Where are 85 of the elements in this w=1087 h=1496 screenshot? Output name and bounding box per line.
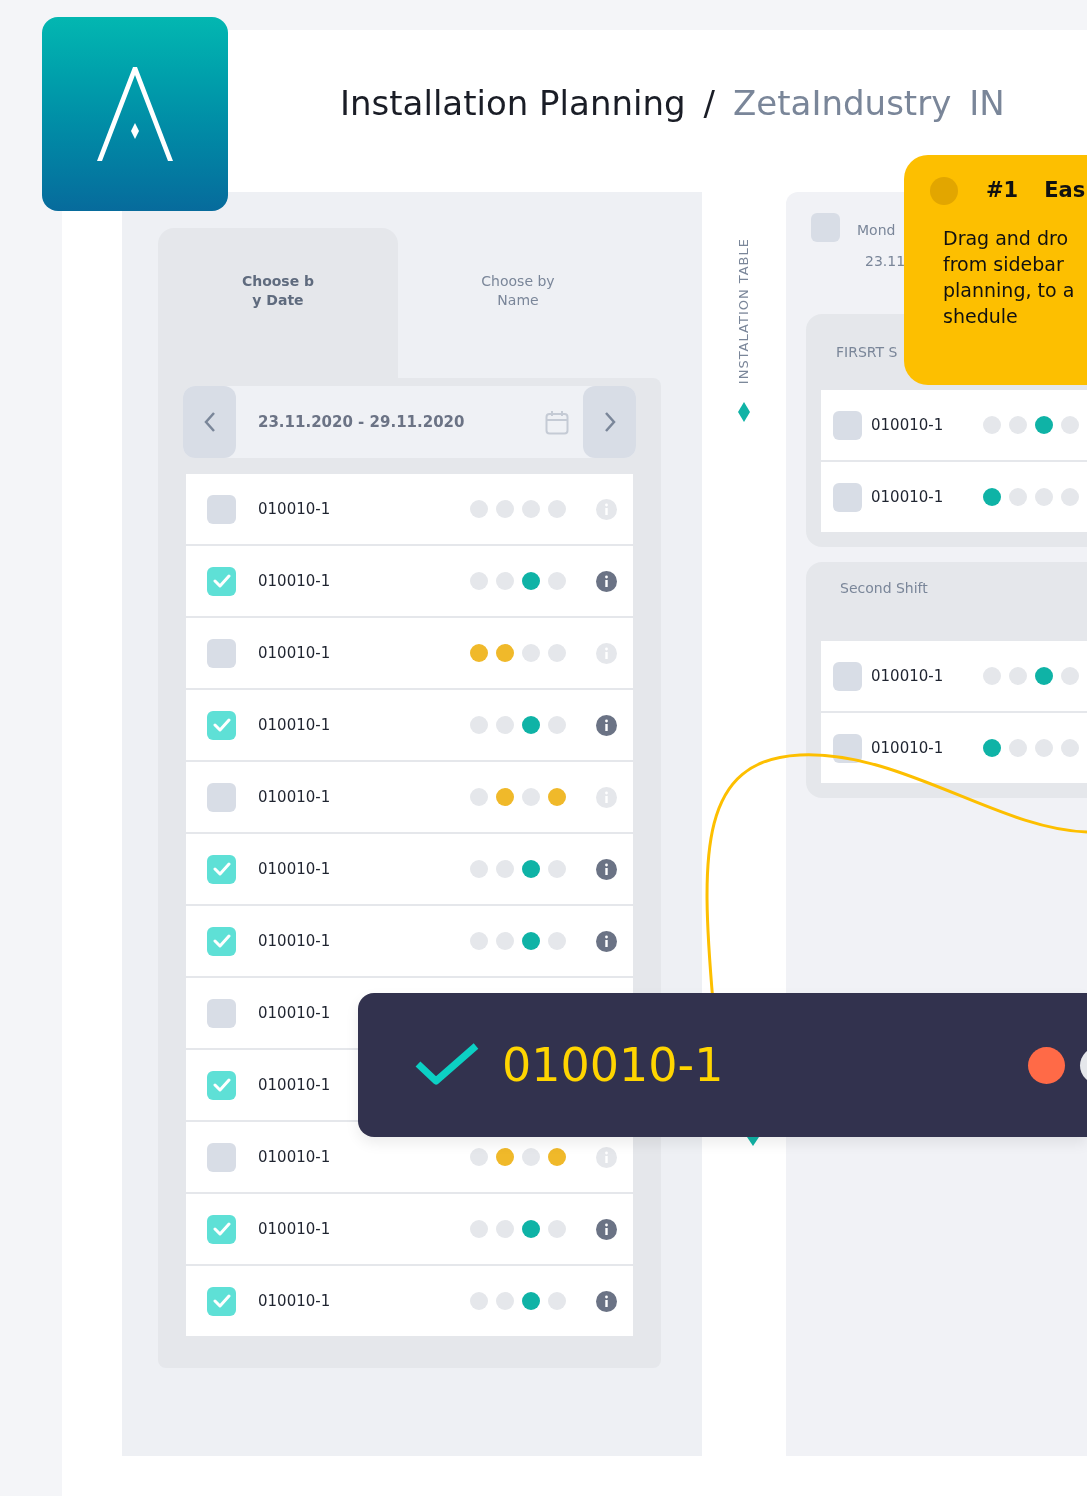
item-code: 010010-1: [258, 786, 331, 808]
table-row[interactable]: 010010-1: [821, 462, 1087, 532]
company-suffix: IN: [969, 82, 1005, 125]
tab[interactable]: Choose b y Date: [158, 228, 398, 378]
checkbox[interactable]: [207, 1214, 236, 1244]
tip-title: Eas: [1044, 177, 1086, 204]
check-icon: [212, 1078, 231, 1092]
next-button[interactable]: [583, 386, 636, 458]
checkbox[interactable]: [207, 926, 236, 956]
item-code: 010010-1: [258, 498, 331, 520]
chevron-left-icon: [202, 411, 217, 433]
item-code: 010010-1: [502, 1036, 724, 1094]
shift-title: FIRSRT S: [836, 342, 898, 362]
info-icon[interactable]: [596, 930, 617, 952]
checkbox[interactable]: [833, 661, 862, 691]
list-item[interactable]: 010010-1: [186, 690, 633, 760]
check-icon: [212, 1222, 231, 1236]
item-code: 010010-1: [258, 642, 331, 664]
item-code: 010010-1: [258, 930, 331, 952]
list-item[interactable]: 010010-1: [186, 618, 633, 688]
tip-number: #1: [986, 177, 1019, 204]
item-code: 010010-1: [258, 858, 331, 880]
info-icon[interactable]: [596, 1290, 617, 1312]
check-icon: [212, 934, 231, 948]
checkbox[interactable]: [207, 998, 236, 1028]
info-icon[interactable]: [596, 714, 617, 736]
checkbox[interactable]: [207, 566, 236, 596]
checkbox[interactable]: [207, 1142, 236, 1172]
shift-title: Second Shift: [840, 579, 928, 598]
item-code: 010010-1: [258, 1218, 331, 1240]
date-label: 23.11: [864, 252, 906, 271]
item-code: 010010-1: [258, 714, 331, 736]
item-code: 010010-1: [871, 665, 945, 687]
check-icon: [212, 574, 231, 588]
checkbox[interactable]: [811, 213, 840, 242]
day-label: Mond: [857, 221, 897, 240]
checkbox[interactable]: [207, 854, 236, 884]
triangle-icon: [747, 1137, 759, 1146]
page-title: Installation Planning: [340, 82, 686, 125]
checkbox[interactable]: [833, 482, 862, 512]
tip-text-line: shedule: [943, 303, 1019, 329]
diamond-icon: [738, 402, 750, 423]
info-icon[interactable]: [596, 1218, 617, 1240]
calendar-icon[interactable]: [545, 409, 569, 435]
check-icon: [212, 718, 231, 732]
breadcrumb-separator: /: [703, 82, 716, 125]
list-item[interactable]: 010010-1: [186, 906, 633, 976]
item-code: 010010-1: [871, 414, 945, 436]
checkbox[interactable]: [207, 710, 236, 740]
info-icon[interactable]: [596, 570, 617, 592]
table-row[interactable]: 010010-1: [821, 390, 1087, 460]
list-item[interactable]: 010010-1: [186, 834, 633, 904]
tip-text-line: from sidebar: [943, 251, 1065, 277]
item-code: 010010-1: [871, 737, 945, 759]
item-code: 010010-1: [871, 486, 945, 508]
info-icon[interactable]: [596, 858, 617, 880]
previous-button[interactable]: [183, 386, 236, 458]
table-row[interactable]: 010010-1: [821, 641, 1087, 711]
checkbox[interactable]: [833, 410, 862, 440]
item-code: 010010-1: [258, 1146, 331, 1168]
checkbox[interactable]: [207, 494, 236, 524]
tip-text-line: planning, to a: [943, 277, 1076, 303]
checkbox[interactable]: [207, 782, 236, 812]
company-name: ZetaIndustry: [733, 82, 952, 125]
table-row[interactable]: 010010-1: [821, 713, 1087, 783]
date-range: 23.11.2020 - 29.11.2020: [258, 411, 465, 433]
chevron-right-icon: [602, 411, 617, 433]
check-icon: [212, 1294, 231, 1308]
list-item[interactable]: 010010-1: [186, 474, 633, 544]
check-icon: [212, 862, 231, 876]
item-code: 010010-1: [258, 1074, 331, 1096]
logo-icon: [97, 67, 173, 161]
item-code: 010010-1: [258, 1002, 331, 1024]
list-item[interactable]: 010010-1: [186, 762, 633, 832]
checkbox[interactable]: [207, 638, 236, 668]
checkbox[interactable]: [207, 1286, 236, 1316]
item-code: 010010-1: [258, 1290, 331, 1312]
list-item[interactable]: 010010-1: [186, 546, 633, 616]
list-item[interactable]: 010010-1: [186, 1266, 633, 1336]
section-label: INSTALATION TABLE: [735, 238, 753, 385]
tip-text-line: Drag and dro: [943, 225, 1070, 251]
dragged-item-tooltip[interactable]: 010010-1: [358, 993, 1087, 1137]
checkbox[interactable]: [207, 1070, 236, 1100]
item-code: 010010-1: [258, 570, 331, 592]
list-item[interactable]: 010010-1: [186, 1194, 633, 1264]
